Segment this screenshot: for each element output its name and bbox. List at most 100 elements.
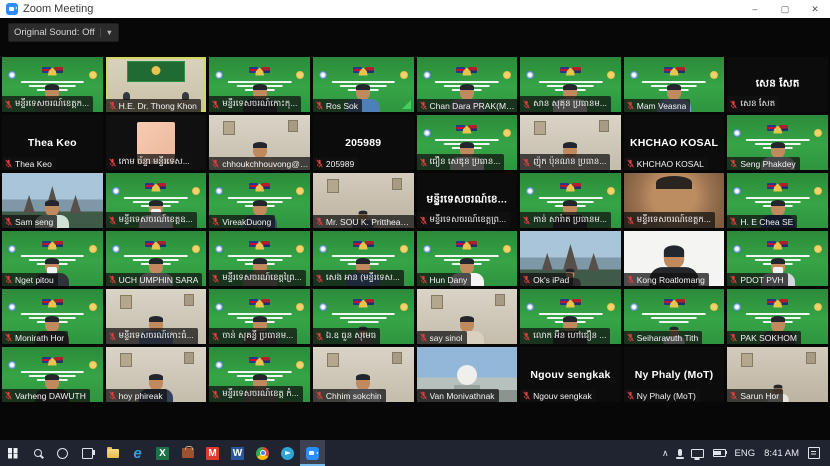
participant-tile[interactable]: Varheng DAWUTH [2,347,103,402]
participant-tile[interactable]: Van Monivathnak [417,347,518,402]
participant-tile[interactable]: Mr. SOU K. Pritthea@... [313,173,414,228]
gmail-icon[interactable]: M [200,440,225,466]
participant-tile[interactable]: chhoukchhouvong@g... [209,115,310,170]
participant-tile[interactable]: មន្ទីរទេសចរណ៍កោះកុ... [209,57,310,112]
participant-tile[interactable]: សេង អាន (មន្ទីរទេស... [313,231,414,286]
participant-tile[interactable]: មន្ទីរទេសចរណ៍កោះធំ... [106,289,207,344]
muted-mic-icon [419,101,428,110]
participant-tile[interactable]: ញ៉ុក ប៉ុនណន ប្រធាន... [520,115,621,170]
participant-tile[interactable]: Seiharavuth Tith [624,289,725,344]
participant-tile[interactable]: Seng Phakdey [727,115,828,170]
silhouette-head [45,375,59,390]
participant-tile[interactable]: មន្ទីរទេសចរណ៍ខេត្តក... [624,173,725,228]
participant-tile[interactable]: say sinol [417,289,518,344]
name-label-text: H.E. Dr. Thong Khon [119,101,197,111]
participant-tile[interactable]: H. E Chea SE [727,173,828,228]
language-indicator[interactable]: ENG [735,448,756,459]
participant-tile[interactable]: Mam Veasna [624,57,725,112]
video-grid: មន្ទីរទេសចរណ៍ខេត្តក... H.E. Dr. Tho [2,57,828,402]
store-icon[interactable] [175,440,200,466]
name-label: Varheng DAWUTH [2,389,90,402]
name-label: Van Monivathnak [417,389,499,402]
logo-right [296,71,304,79]
participant-tile[interactable]: កាន់ សារ៉ាត ប្រធានម... [520,173,621,228]
word-icon[interactable]: W [225,440,250,466]
participant-tile[interactable]: PAK SOKHOM [727,289,828,344]
window-title: Zoom Meeting [23,3,93,15]
participant-tile[interactable]: Chhim sokchin [313,347,414,402]
name-label: សេន សែត [727,96,779,112]
participant-tile[interactable]: សេន សែត សេន សែត [727,57,828,112]
close-button[interactable]: ✕ [800,0,830,18]
muted-mic-icon [729,100,738,109]
original-sound-toggle[interactable]: Original Sound: Off ▼ [8,23,119,42]
participant-tile[interactable]: មន្ទីរទេសចរណ៍ខេត្តក... [2,57,103,112]
participant-tile[interactable]: hoy phireak [106,347,207,402]
telegram-icon[interactable] [275,440,300,466]
excel-icon[interactable]: X [150,440,175,466]
logo-left [8,303,16,311]
start-button[interactable] [0,440,25,466]
tray-microphone-icon[interactable] [678,449,682,456]
clock[interactable]: 8:41 AM [764,448,799,459]
muted-mic-icon [315,159,324,168]
minimize-button[interactable]: – [740,0,770,18]
participant-tile[interactable]: ចាន់ សុគន្ធី ប្រធានម... [209,289,310,344]
participant-tile[interactable]: កោម ច័ន្ទា មន្ទីរទេស... [106,115,207,170]
participant-tile[interactable]: KHCHAO KOSAL KHCHAO KOSAL [624,115,725,170]
participant-tile[interactable]: លោក អ៊ិន ហៅជឿន ... [520,289,621,344]
search-icon[interactable] [25,440,50,466]
action-center-icon[interactable] [808,447,820,459]
chrome-icon[interactable] [250,440,275,466]
tray-expand-icon[interactable]: ∧ [662,448,669,459]
name-label: ញ៉ុក ប៉ុនណន ប្រធាន... [520,154,610,170]
name-label: Thea Keo [2,157,56,170]
name-label: KHCHAO KOSAL [624,157,708,170]
participant-tile[interactable]: PDOT PVH [727,231,828,286]
participant-tile[interactable]: Ok's iPad [520,231,621,286]
participant-tile[interactable]: មន្ទីរទេសចរណ៍ខេត្តឧ... [106,173,207,228]
participant-tile[interactable]: មន្ទីរទេសចរណ៍ខេត្តព្រៃ... [209,231,310,286]
name-label: H.E. Dr. Thong Khon [106,99,201,112]
participant-tile[interactable]: H.E. Dr. Thong Khon [106,57,207,112]
participant-tile[interactable]: Ngouv sengkak Ngouv sengkak [520,347,621,402]
task-view-icon[interactable] [75,440,100,466]
logo-left [733,303,741,311]
participant-tile[interactable]: Chan Dara PRAK(MoT) [417,57,518,112]
name-label-text: Mr. SOU K. Pritthea@... [326,217,413,227]
participant-tile[interactable]: Hun Dany [417,231,518,286]
participant-tile[interactable]: Sam seng [2,173,103,228]
tray-battery-icon[interactable] [713,449,726,457]
file-explorer-icon[interactable] [100,440,125,466]
camera-icon [9,7,14,11]
logo-left [319,303,327,311]
participant-tile[interactable]: ឯ.ឧ ធួន សុមេធ [313,289,414,344]
participant-tile[interactable]: Thea Keo Thea Keo [2,115,103,170]
participant-tile[interactable]: Monirath Hor [2,289,103,344]
participant-tile[interactable]: មន្ទីរទេសចរណ៍ខេត្ត កំ... [209,347,310,402]
file-explorer-icon-glyph [107,449,119,458]
muted-mic-icon [211,332,220,341]
maximize-button[interactable]: ▢ [770,0,800,18]
zoom-icon[interactable] [300,440,325,466]
name-label: មន្ទីរទេសចរណ៍ខេត្តឧ... [106,212,197,228]
participant-tile[interactable]: សាន សុគុន ប្រធានម... [520,57,621,112]
participant-tile[interactable]: UCH UMPHIN SARA [106,231,207,286]
edge-icon[interactable]: e [125,440,150,466]
cortana-icon[interactable] [50,440,75,466]
participant-tile[interactable]: Ny Phaly (MoT) Ny Phaly (MoT) [624,347,725,402]
name-label: VireakDuong [209,215,275,228]
logo-right [89,245,97,253]
participant-tile[interactable]: Nget pitou [2,231,103,286]
participant-tile[interactable]: មន្ទីរទេសចរណ៍ខេ... មន្ទីរទេសចរណ៍ខេត្តព្រ… [417,173,518,228]
silhouette-head [356,375,370,390]
participant-tile[interactable]: Kong Roatlomang [624,231,725,286]
participant-tile[interactable]: 205989 205989 [313,115,414,170]
logo-left [215,245,223,253]
tray-network-icon[interactable] [691,449,704,458]
participant-tile[interactable]: ជឿន សេឌុន ប្រធាន... [417,115,518,170]
participant-tile[interactable]: VireakDuong [209,173,310,228]
participant-tile[interactable]: Ros Sok [313,57,414,112]
chevron-down-icon[interactable]: ▼ [100,28,113,37]
participant-tile[interactable]: Sarun Hor [727,347,828,402]
